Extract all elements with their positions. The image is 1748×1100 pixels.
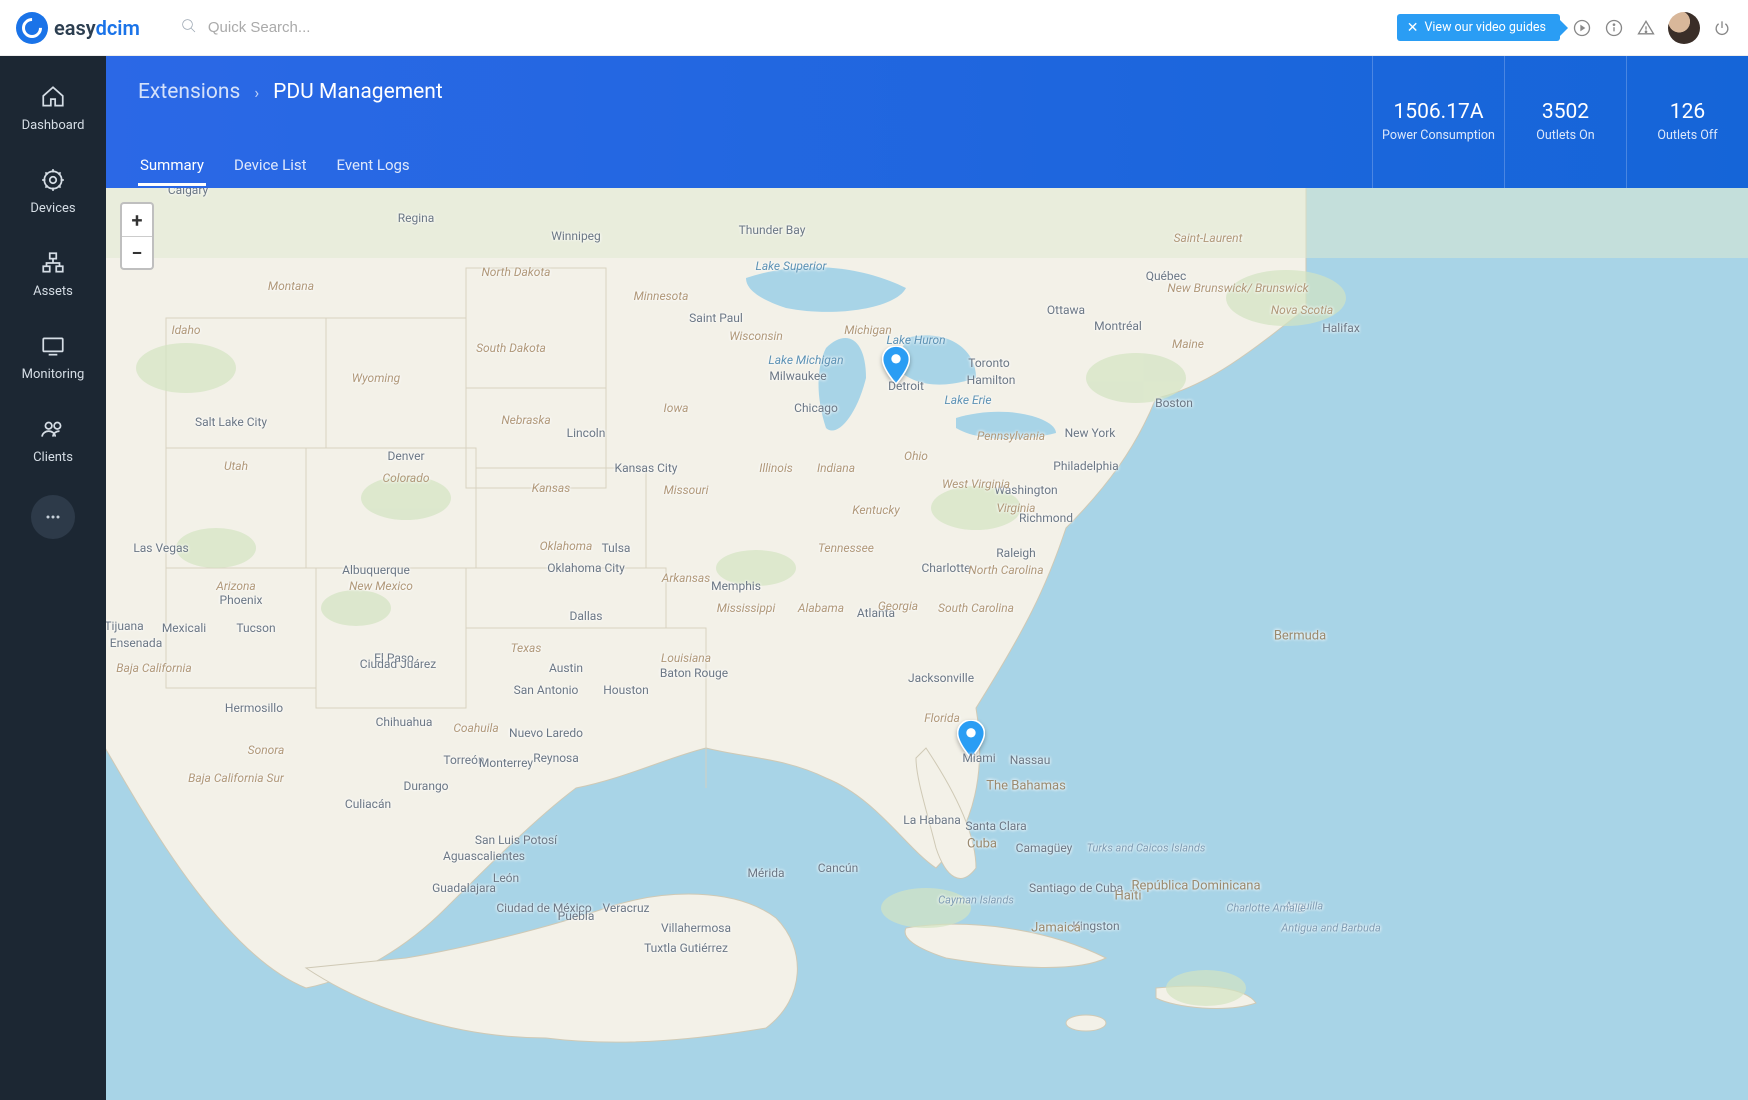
stat-outlets-off: 126 Outlets Off — [1626, 56, 1748, 188]
alert-icon[interactable] — [1636, 18, 1656, 38]
breadcrumb-parent[interactable]: Extensions — [138, 80, 240, 104]
info-icon[interactable] — [1604, 18, 1624, 38]
sidebar-item-clients[interactable]: Clients — [0, 408, 106, 473]
zoom-in-button[interactable]: + — [122, 204, 152, 236]
tab-event-logs[interactable]: Event Logs — [335, 146, 412, 186]
zoom-controls: + − — [120, 202, 154, 270]
sidebar-item-label: Monitoring — [22, 367, 85, 382]
close-icon[interactable]: ✕ — [1407, 21, 1419, 35]
search-icon — [180, 17, 198, 39]
stat-label: Power Consumption — [1382, 128, 1495, 144]
sidebar-item-label: Devices — [30, 201, 75, 216]
chevron-right-icon: › — [254, 83, 259, 102]
play-icon[interactable] — [1572, 18, 1592, 38]
search[interactable] — [180, 17, 1397, 39]
video-guides-badge[interactable]: ✕ View our video guides — [1397, 14, 1560, 41]
topbar: easydcim ✕ View our video guides — [0, 0, 1748, 56]
logo-text: easydcim — [54, 16, 140, 40]
zoom-out-button[interactable]: − — [122, 236, 152, 268]
tab-device-list[interactable]: Device List — [232, 146, 309, 186]
sidebar-item-label: Dashboard — [22, 118, 85, 133]
map[interactable]: + − CalgaryReginaWinnipegThunder BaySain… — [106, 188, 1748, 1100]
sidebar-item-devices[interactable]: Devices — [0, 159, 106, 224]
power-icon[interactable] — [1712, 18, 1732, 38]
sidebar: Dashboard Devices Assets Monitoring Clie… — [0, 56, 106, 1100]
header-stats: 1506.17A Power Consumption 3502 Outlets … — [1372, 56, 1748, 188]
topbar-right: ✕ View our video guides — [1397, 12, 1732, 44]
sidebar-item-label: Clients — [33, 450, 73, 465]
breadcrumb-current: PDU Management — [273, 80, 443, 104]
logo-icon — [16, 12, 48, 44]
search-input[interactable] — [208, 19, 448, 36]
sidebar-item-monitoring[interactable]: Monitoring — [0, 325, 106, 390]
logo-text-dcim: dcim — [96, 16, 140, 40]
map-marker-miami[interactable] — [957, 720, 985, 758]
stat-label: Outlets On — [1536, 128, 1594, 144]
sidebar-more-button[interactable] — [31, 495, 75, 539]
tabs: Summary Device List Event Logs — [106, 144, 444, 188]
sidebar-item-assets[interactable]: Assets — [0, 242, 106, 307]
sidebar-item-dashboard[interactable]: Dashboard — [0, 76, 106, 141]
map-background — [106, 188, 1748, 1100]
page-header: Extensions › PDU Management Summary Devi… — [106, 56, 1748, 188]
stat-value: 126 — [1670, 100, 1705, 124]
map-marker-detroit[interactable] — [882, 346, 910, 384]
logo[interactable]: easydcim — [16, 12, 140, 44]
avatar[interactable] — [1668, 12, 1700, 44]
stat-value: 1506.17A — [1393, 100, 1483, 124]
logo-text-easy: easy — [54, 16, 96, 40]
sidebar-item-label: Assets — [33, 284, 73, 299]
stat-value: 3502 — [1542, 100, 1589, 124]
video-guides-label: View our video guides — [1424, 20, 1546, 35]
stat-outlets-on: 3502 Outlets On — [1504, 56, 1626, 188]
tab-summary[interactable]: Summary — [138, 146, 206, 186]
stat-label: Outlets Off — [1657, 128, 1717, 144]
stat-power-consumption: 1506.17A Power Consumption — [1372, 56, 1504, 188]
